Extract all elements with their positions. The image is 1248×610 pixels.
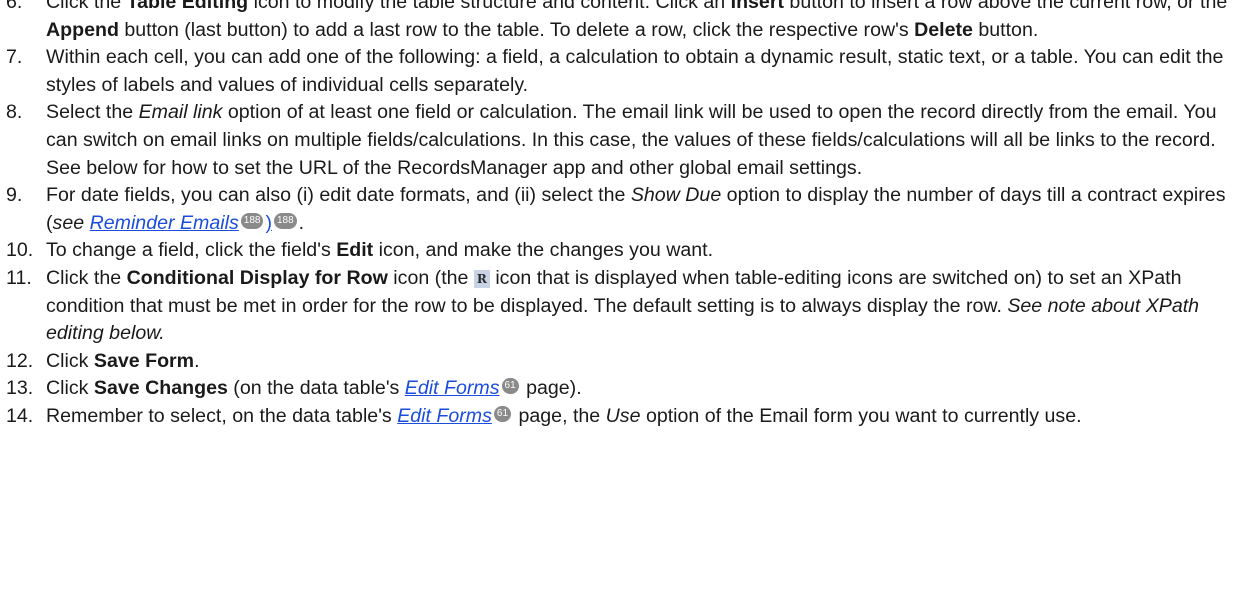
page-ref-badge[interactable]: 61 <box>493 405 512 422</box>
edit-forms-link[interactable]: Edit Forms <box>397 405 492 427</box>
term-use: Use <box>605 404 641 427</box>
step-8: 8. Select the Email link option of at le… <box>6 101 1217 179</box>
step-14: 14. Remember to select, on the data tabl… <box>0 403 1248 431</box>
term-save-changes: Save Changes <box>93 377 228 400</box>
page-ref-badge[interactable]: 188 <box>240 212 264 229</box>
step-10: 10. To change a field, click the field's… <box>0 237 1248 265</box>
step-list: 6. Click the Table Editing icon to modif… <box>0 0 1248 431</box>
step-number: 7. <box>6 46 23 69</box>
term-append: Append <box>46 18 119 41</box>
term-conditional-display: Conditional Display for Row <box>126 266 388 289</box>
reminder-emails-close-link[interactable]: ) <box>265 212 272 234</box>
page-ref-badge[interactable]: 61 <box>501 378 519 395</box>
step-number: 13. <box>6 377 34 400</box>
term-delete: Delete <box>914 18 973 41</box>
term-insert: Insert <box>730 0 784 13</box>
step-number: 10. <box>6 239 34 262</box>
step-number: 14. <box>6 404 34 427</box>
step-12: 12. Click Save Form. <box>0 348 1248 376</box>
step-number: 9. <box>6 184 23 207</box>
reminder-emails-link[interactable]: Reminder Emails <box>90 212 239 234</box>
step-number: 6. <box>6 0 23 13</box>
page-ref-badge[interactable]: 188 <box>273 212 297 229</box>
term-show-due: Show Due <box>630 184 722 207</box>
step-number: 8. <box>6 101 23 124</box>
step-9: 9. For date fields, you can also (i) edi… <box>6 184 1226 234</box>
term-table-editing: Table Editing <box>126 0 249 13</box>
step-number: 12. <box>6 349 34 372</box>
step-13: 13. Click Save Changes (on the data tabl… <box>0 375 1248 403</box>
step-number: 11. <box>6 266 32 289</box>
term-save-form: Save Form <box>93 349 195 372</box>
term-email-link: Email link <box>138 101 223 124</box>
edit-forms-link[interactable]: Edit Forms <box>405 377 500 399</box>
term-edit: Edit <box>336 239 374 262</box>
step-11: 11. Click the Conditional Display for Ro… <box>6 266 1200 345</box>
step-7: 7. Within each cell, you can add one of … <box>6 46 1224 96</box>
row-condition-icon: R <box>473 269 490 288</box>
step-6: 6. Click the Table Editing icon to modif… <box>0 0 1248 44</box>
document-page: 6. Click the Table Editing icon to modif… <box>0 0 1248 431</box>
